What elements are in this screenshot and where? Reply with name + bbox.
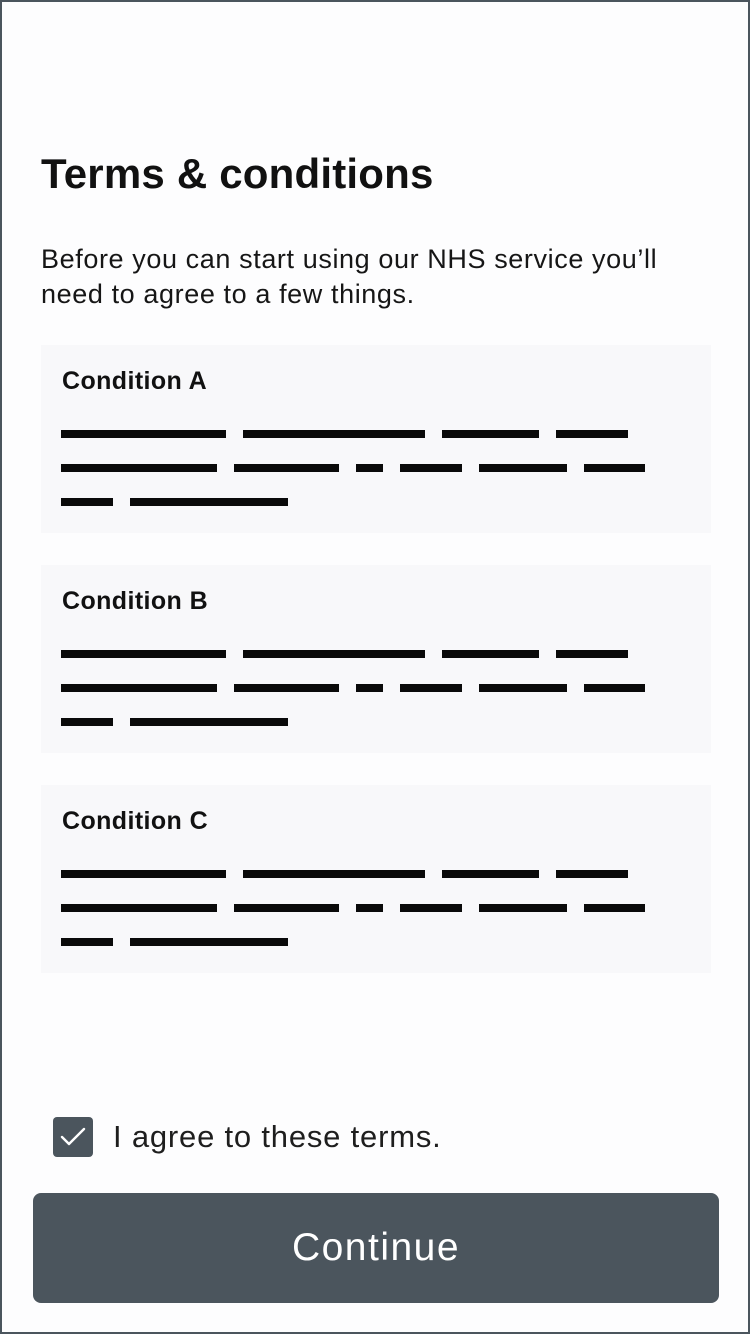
continue-button[interactable]: Continue — [33, 1193, 719, 1303]
text-line-placeholder — [442, 650, 539, 658]
text-line-placeholder — [243, 870, 425, 878]
agree-row[interactable]: I agree to these terms. — [53, 1117, 442, 1157]
text-line-placeholder — [442, 430, 539, 438]
text-line-placeholder — [130, 498, 288, 506]
text-line-placeholder — [243, 430, 425, 438]
text-line-placeholder — [356, 684, 383, 692]
text-line-placeholder — [479, 904, 567, 912]
terms-screen: Terms & conditions Before you can start … — [0, 0, 750, 1334]
text-line-placeholder — [356, 904, 383, 912]
text-line-placeholder — [61, 430, 226, 438]
condition-heading: Condition A — [62, 367, 208, 395]
text-line-placeholder — [234, 684, 339, 692]
text-line-placeholder — [479, 684, 567, 692]
checkmark-icon — [60, 1127, 86, 1146]
text-line-placeholder — [479, 464, 567, 472]
page-title: Terms & conditions — [41, 150, 434, 197]
condition-heading: Condition C — [62, 807, 209, 835]
condition-heading: Condition B — [62, 587, 209, 615]
text-line-placeholder — [584, 904, 645, 912]
text-line-placeholder — [234, 464, 339, 472]
text-line-placeholder — [61, 718, 113, 726]
text-line-placeholder — [243, 650, 425, 658]
agree-label[interactable]: I agree to these terms. — [113, 1119, 442, 1155]
text-line-placeholder — [130, 938, 288, 946]
text-line-placeholder — [400, 684, 462, 692]
text-line-placeholder — [61, 904, 217, 912]
text-line-placeholder — [400, 904, 462, 912]
text-line-placeholder — [556, 650, 628, 658]
text-line-placeholder — [234, 904, 339, 912]
text-line-placeholder — [356, 464, 383, 472]
text-line-placeholder — [442, 870, 539, 878]
text-line-placeholder — [400, 464, 462, 472]
text-line-placeholder — [130, 718, 288, 726]
text-line-placeholder — [61, 870, 226, 878]
text-line-placeholder — [61, 938, 113, 946]
text-line-placeholder — [61, 498, 113, 506]
text-line-placeholder — [556, 430, 628, 438]
condition-card-c: Condition C — [41, 785, 711, 973]
condition-card-a: Condition A — [41, 345, 711, 533]
text-line-placeholder — [556, 870, 628, 878]
text-line-placeholder — [584, 464, 645, 472]
text-line-placeholder — [61, 684, 217, 692]
condition-card-b: Condition B — [41, 565, 711, 753]
text-line-placeholder — [61, 464, 217, 472]
text-line-placeholder — [584, 684, 645, 692]
text-line-placeholder — [61, 650, 226, 658]
intro-text: Before you can start using our NHS servi… — [41, 244, 658, 309]
agree-checkbox[interactable] — [53, 1117, 93, 1157]
